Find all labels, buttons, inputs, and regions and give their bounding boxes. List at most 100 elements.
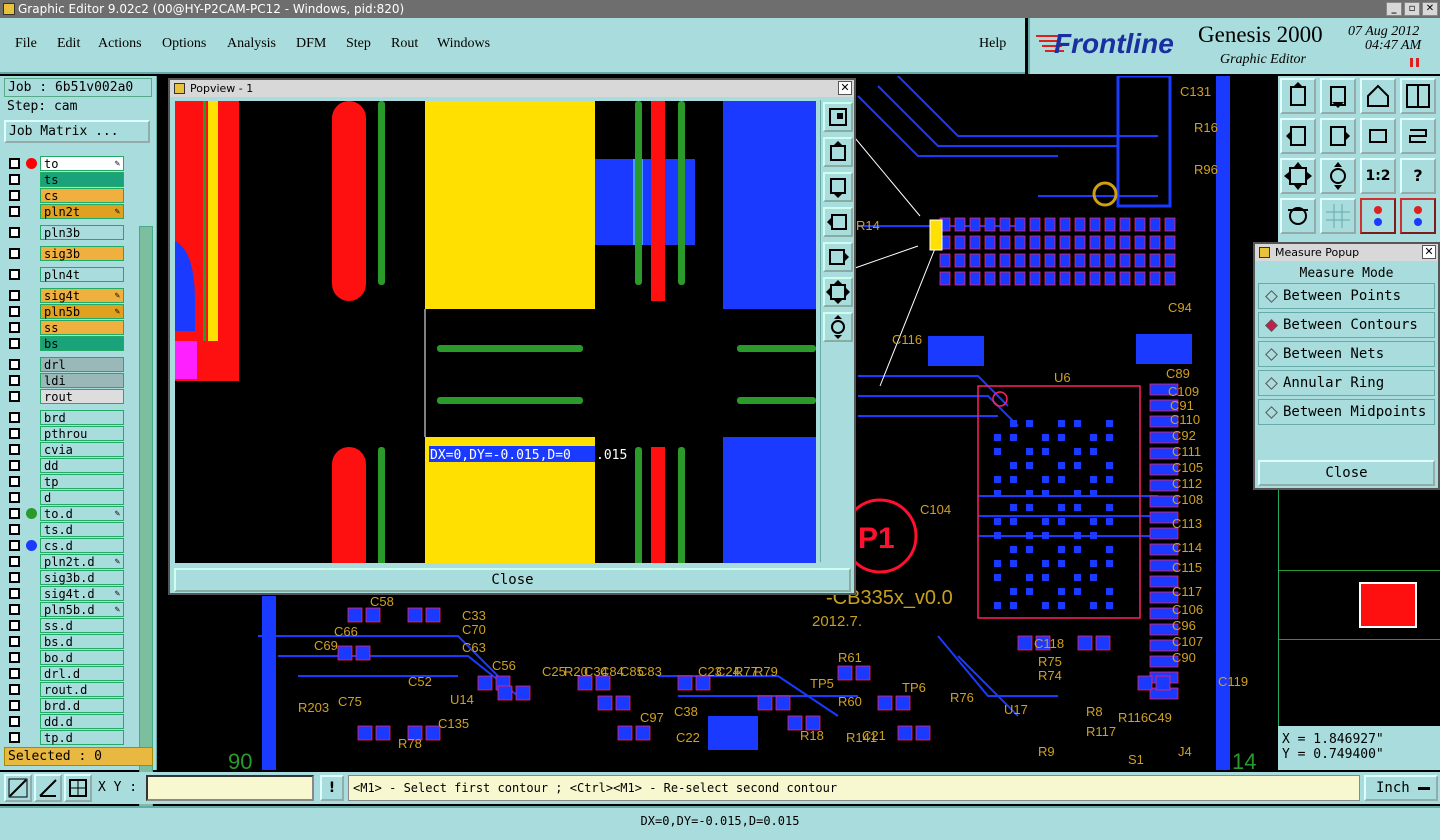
layer-row-ss.d[interactable]: ss.d	[6, 618, 124, 633]
layer-row-cs.d[interactable]: cs.d	[6, 538, 124, 553]
undo-view-icon[interactable]	[1360, 118, 1396, 154]
layer-name[interactable]: pln2t ✎	[40, 204, 124, 219]
layer-row-bs.d[interactable]: bs.d	[6, 634, 124, 649]
menu-help[interactable]: Help	[979, 36, 1006, 52]
layer-row-bo.d[interactable]: bo.d	[6, 650, 124, 665]
xy-input[interactable]	[146, 775, 314, 801]
layer-checkbox[interactable]	[9, 556, 20, 567]
layer-toggle-2-icon[interactable]	[1400, 198, 1436, 234]
close-window-button[interactable]: ✕	[1422, 2, 1438, 16]
layer-row-sig4t[interactable]: sig4t ✎	[6, 288, 124, 303]
menu-dfm[interactable]: DFM	[296, 36, 326, 52]
layer-checkbox[interactable]	[9, 476, 20, 487]
layer-checkbox[interactable]	[9, 269, 20, 280]
layer-name[interactable]: rout.d	[40, 682, 124, 697]
layer-checkbox[interactable]	[9, 359, 20, 370]
layer-name[interactable]: pln3b	[40, 225, 124, 240]
layer-checkbox[interactable]	[9, 732, 20, 743]
layer-row-cvia[interactable]: cvia	[6, 442, 124, 457]
layer-row-brd.d[interactable]: brd.d	[6, 698, 124, 713]
layer-name[interactable]: sig4t ✎	[40, 288, 124, 303]
layer-checkbox[interactable]	[9, 428, 20, 439]
measure-option-annular-ring[interactable]: Annular Ring	[1258, 370, 1435, 396]
minimize-button[interactable]: _	[1386, 2, 1402, 16]
layer-name[interactable]: d	[40, 490, 124, 505]
overview-viewport[interactable]	[1359, 582, 1417, 628]
measure-option-between-contours[interactable]: Between Contours	[1258, 312, 1435, 338]
layer-name[interactable]: pln5b ✎	[40, 304, 124, 319]
layer-row-rout[interactable]: rout	[6, 389, 124, 404]
grid-icon[interactable]	[1320, 198, 1356, 234]
layer-row-tp[interactable]: tp	[6, 474, 124, 489]
layer-checkbox[interactable]	[9, 306, 20, 317]
job-matrix-button[interactable]: Job Matrix ...	[4, 120, 150, 143]
layer-checkbox[interactable]	[9, 460, 20, 471]
popview-pan-right-icon[interactable]	[823, 242, 853, 272]
layer-checkbox[interactable]	[9, 412, 20, 423]
layer-row-sig4t.d[interactable]: sig4t.d ✎	[6, 586, 124, 601]
menu-options[interactable]: Options	[162, 36, 206, 52]
layer-row-ldi[interactable]: ldi	[6, 373, 124, 388]
layer-row-to.d[interactable]: to.d ✎	[6, 506, 124, 521]
layer-name[interactable]: rout	[40, 389, 124, 404]
layer-checkbox[interactable]	[9, 338, 20, 349]
popview-close-button[interactable]: Close	[174, 568, 851, 592]
popview-zoom-center-icon[interactable]	[823, 312, 853, 342]
layer-name[interactable]: bo.d	[40, 650, 124, 665]
layer-row-dd.d[interactable]: dd.d	[6, 714, 124, 729]
layer-name[interactable]: brd	[40, 410, 124, 425]
menu-windows[interactable]: Windows	[437, 36, 490, 52]
layer-row-pln3b[interactable]: pln3b	[6, 225, 124, 240]
popview-pan-left-icon[interactable]	[823, 207, 853, 237]
zoom-one-to-two-button[interactable]: 1:2	[1360, 158, 1396, 194]
popview-canvas[interactable]: DX=0,DY=-0.015,D=0 .015	[175, 101, 816, 563]
layer-checkbox[interactable]	[9, 248, 20, 259]
home-icon[interactable]	[1360, 78, 1396, 114]
maximize-button[interactable]: ▫	[1404, 2, 1420, 16]
layer-row-sig3b[interactable]: sig3b	[6, 246, 124, 261]
window-split-icon[interactable]	[1400, 78, 1436, 114]
layer-checkbox[interactable]	[9, 227, 20, 238]
layer-checkbox[interactable]	[9, 684, 20, 695]
layer-name[interactable]: ts.d	[40, 522, 124, 537]
layer-name[interactable]: ss.d	[40, 618, 124, 633]
layer-name[interactable]: drl	[40, 357, 124, 372]
layer-name[interactable]: dd	[40, 458, 124, 473]
layer-checkbox[interactable]	[9, 290, 20, 301]
layer-checkbox[interactable]	[9, 620, 20, 631]
layer-row-ts.d[interactable]: ts.d	[6, 522, 124, 537]
layer-row-drl.d[interactable]: drl.d	[6, 666, 124, 681]
layer-name[interactable]: tp	[40, 474, 124, 489]
pan-left-button[interactable]	[1280, 118, 1316, 154]
measure-close-icon[interactable]: ✕	[1422, 245, 1436, 259]
menu-edit[interactable]: Edit	[57, 36, 80, 52]
layer-name[interactable]: cs.d	[40, 538, 124, 553]
units-dropdown[interactable]: Inch	[1364, 775, 1438, 801]
layer-name[interactable]: pln5b.d ✎	[40, 602, 124, 617]
measure-close-button[interactable]: Close	[1258, 460, 1435, 486]
layer-row-rout.d[interactable]: rout.d	[6, 682, 124, 697]
angle-mode-icon[interactable]	[34, 774, 62, 802]
layer-name[interactable]: sig4t.d ✎	[40, 586, 124, 601]
layer-row-to[interactable]: to ✎	[6, 156, 124, 171]
popview-zoom-fit-icon[interactable]	[823, 277, 853, 307]
pan-down-button[interactable]	[1320, 78, 1356, 114]
zoom-home-button[interactable]	[1280, 78, 1316, 114]
pan-right-button[interactable]	[1320, 118, 1356, 154]
menu-actions[interactable]: Actions	[98, 36, 142, 52]
layer-name[interactable]: sig3b	[40, 246, 124, 261]
layer-checkbox[interactable]	[9, 322, 20, 333]
layer-checkbox[interactable]	[9, 444, 20, 455]
menu-analysis[interactable]: Analysis	[227, 36, 276, 52]
layer-checkbox[interactable]	[9, 716, 20, 727]
popview-close-icon[interactable]: ✕	[838, 81, 852, 95]
layer-name[interactable]: ts	[40, 172, 124, 187]
overview-panel[interactable]	[1278, 490, 1440, 726]
layer-name[interactable]: drl.d	[40, 666, 124, 681]
scroll-up-arrow-icon[interactable]	[141, 227, 151, 235]
zoom-fit-icon[interactable]	[1280, 158, 1316, 194]
layer-name[interactable]: brd.d	[40, 698, 124, 713]
popview-pan-up-icon[interactable]	[823, 137, 853, 167]
layer-checkbox[interactable]	[9, 391, 20, 402]
zoom-center-icon[interactable]	[1320, 158, 1356, 194]
